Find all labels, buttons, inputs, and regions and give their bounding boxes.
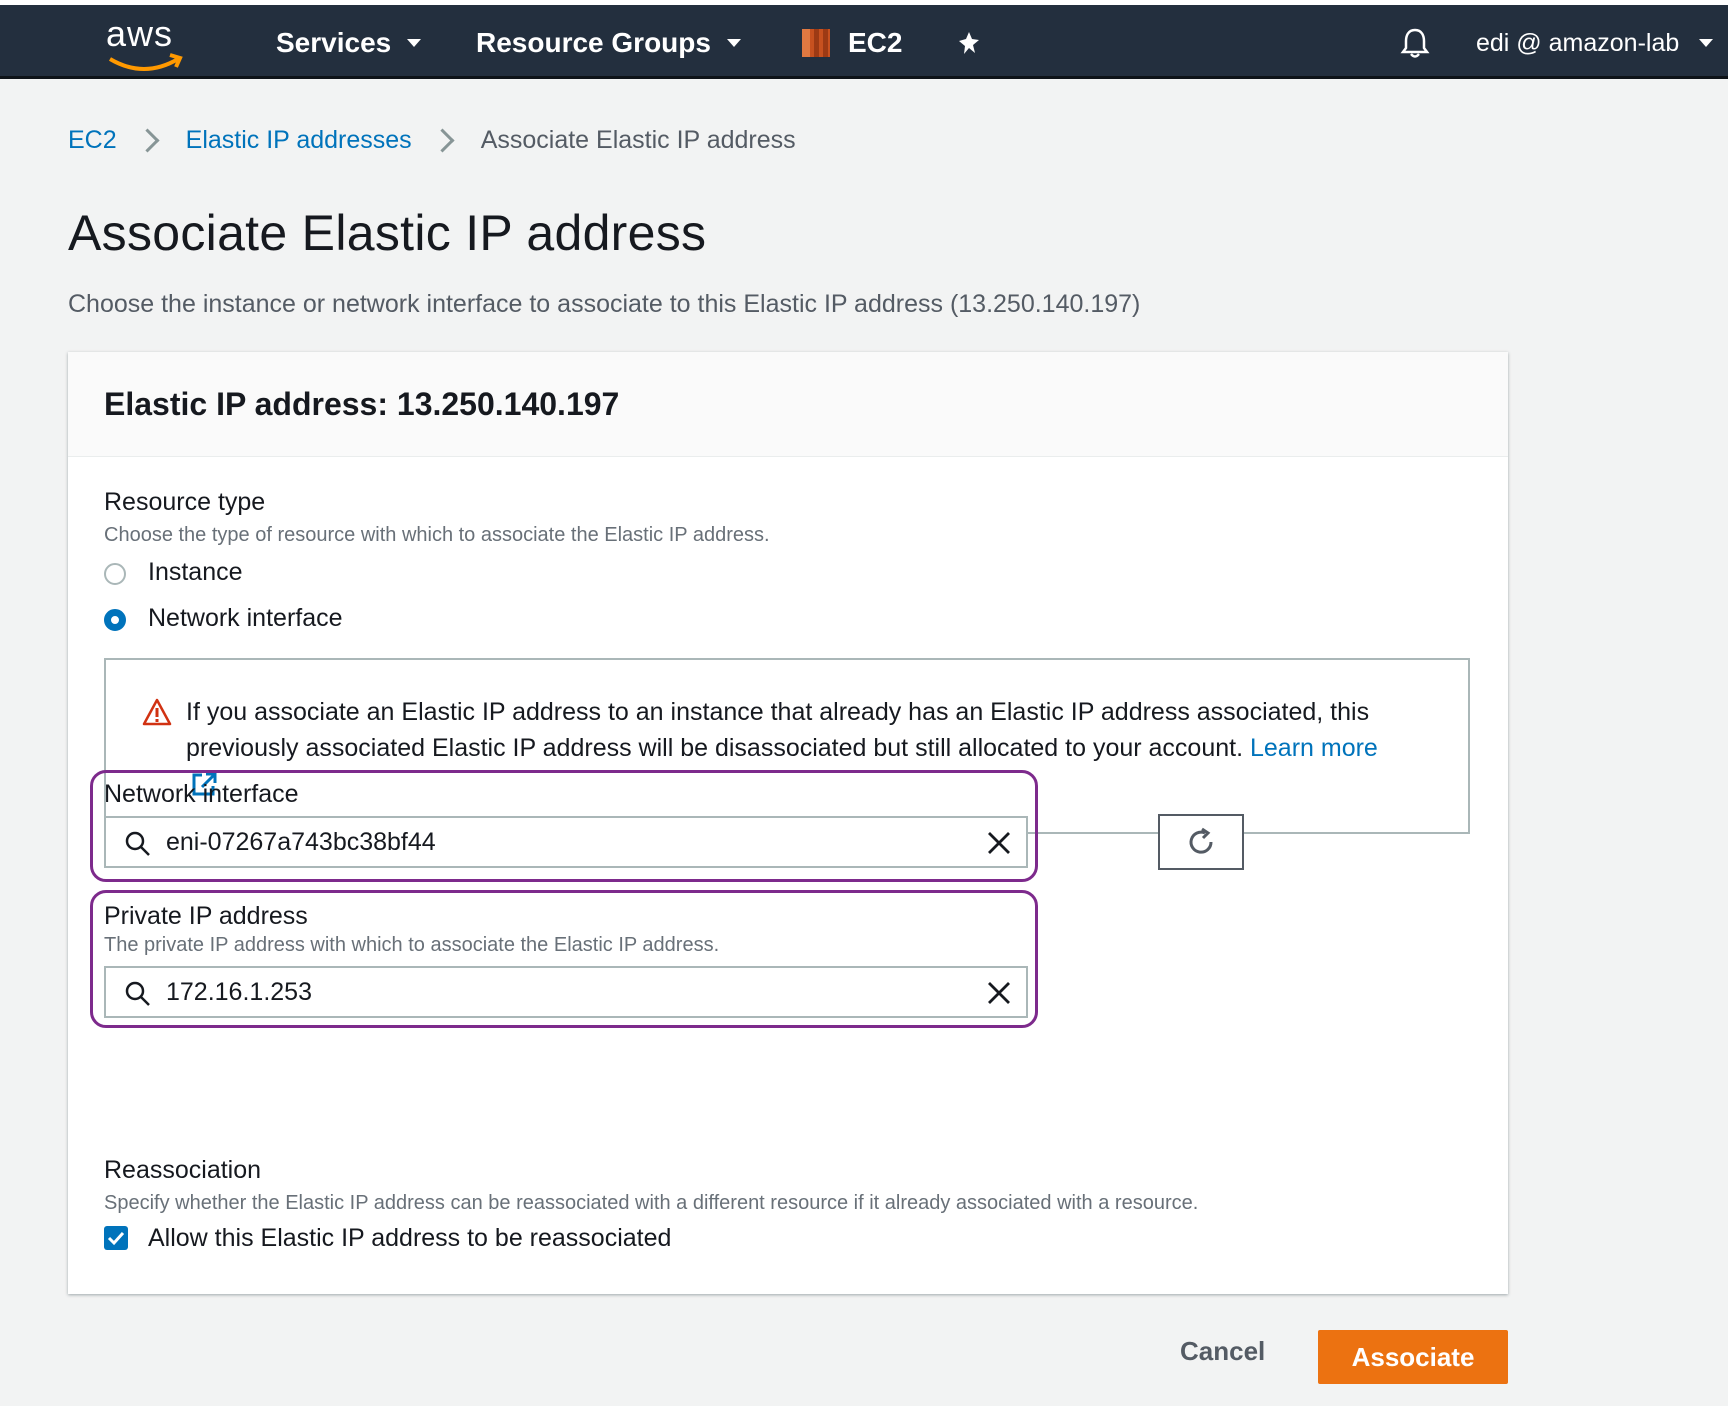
aws-logo[interactable]: aws [104,13,184,75]
alert-text: If you associate an Elastic IP address t… [186,698,1370,762]
panel-title: Elastic IP address: 13.250.140.197 [104,386,620,422]
resource-groups-label: Resource Groups [476,27,711,58]
notifications-bell-icon[interactable] [1398,5,1432,81]
resource-type-label: Resource type [104,488,266,516]
account-menu[interactable]: edi @ amazon-lab [1476,5,1714,81]
refresh-button[interactable] [1158,814,1244,870]
ec2-service-shortcut[interactable]: EC2 [800,5,902,81]
breadcrumb: EC2 Elastic IP addresses Associate Elast… [68,126,796,155]
reassociation-label: Reassociation [104,1156,262,1184]
reassociation-checkbox-label[interactable]: Allow this Elastic IP address to be reas… [148,1224,671,1253]
pin-glyph [959,32,979,54]
account-label: edi @ amazon-lab [1476,28,1680,57]
network-interface-input[interactable]: eni-07267a743bc38bf44 [104,816,1028,868]
panel-header: Elastic IP address: 13.250.140.197 [68,352,1508,457]
checkmark-icon [107,1231,125,1246]
private-ip-label: Private IP address [104,902,308,930]
ec2-label: EC2 [848,27,903,58]
chevron-right-icon [135,128,160,153]
breadcrumb-elastic-ip-addresses[interactable]: Elastic IP addresses [186,126,412,155]
reassociation-checkbox[interactable] [104,1226,128,1250]
network-interface-value: eni-07267a743bc38bf44 [166,828,436,856]
associate-button[interactable]: Associate [1318,1330,1508,1384]
aws-smile-icon [108,53,183,71]
elastic-ip-panel: Elastic IP address: 13.250.140.197 Resou… [68,352,1508,1294]
chevron-right-icon [430,128,455,153]
chevron-down-icon [1699,39,1714,47]
reassociation-hint: Specify whether the Elastic IP address c… [104,1192,1199,1214]
radio-network-interface[interactable] [104,609,126,631]
services-label: Services [276,27,392,58]
radio-instance[interactable] [104,563,126,585]
chevron-down-icon [407,39,422,47]
breadcrumb-ec2[interactable]: EC2 [68,126,117,155]
chevron-down-icon [726,39,741,47]
page-description: Choose the instance or network interface… [68,290,1141,318]
page-title: Associate Elastic IP address [68,205,707,261]
refresh-icon [1189,827,1213,854]
ec2-service-icon [802,29,830,57]
resource-type-hint: Choose the type of resource with which t… [104,524,770,546]
cancel-button[interactable]: Cancel [1180,1336,1265,1367]
warning-icon [142,698,172,726]
clear-icon[interactable] [986,980,1012,1006]
top-navigation-bar: aws Services Resource Groups EC2 edi @ a… [0,0,1728,79]
search-icon [125,831,150,856]
network-interface-label: Network interface [104,780,299,808]
learn-more-link[interactable]: Learn more [1250,734,1378,762]
pin-icon[interactable] [956,5,982,81]
private-ip-hint: The private IP address with which to ass… [104,934,720,956]
bell-glyph [1400,28,1430,58]
clear-icon[interactable] [986,830,1012,856]
radio-network-interface-label[interactable]: Network interface [148,604,343,633]
services-menu[interactable]: Services [276,5,422,81]
search-icon [125,981,150,1006]
private-ip-value: 172.16.1.253 [166,978,312,1006]
breadcrumb-current: Associate Elastic IP address [480,126,796,154]
alert-text-block: If you associate an Elastic IP address t… [186,694,1436,766]
private-ip-input[interactable]: 172.16.1.253 [104,966,1028,1018]
resource-groups-menu[interactable]: Resource Groups [476,5,741,81]
radio-instance-label[interactable]: Instance [148,558,243,587]
